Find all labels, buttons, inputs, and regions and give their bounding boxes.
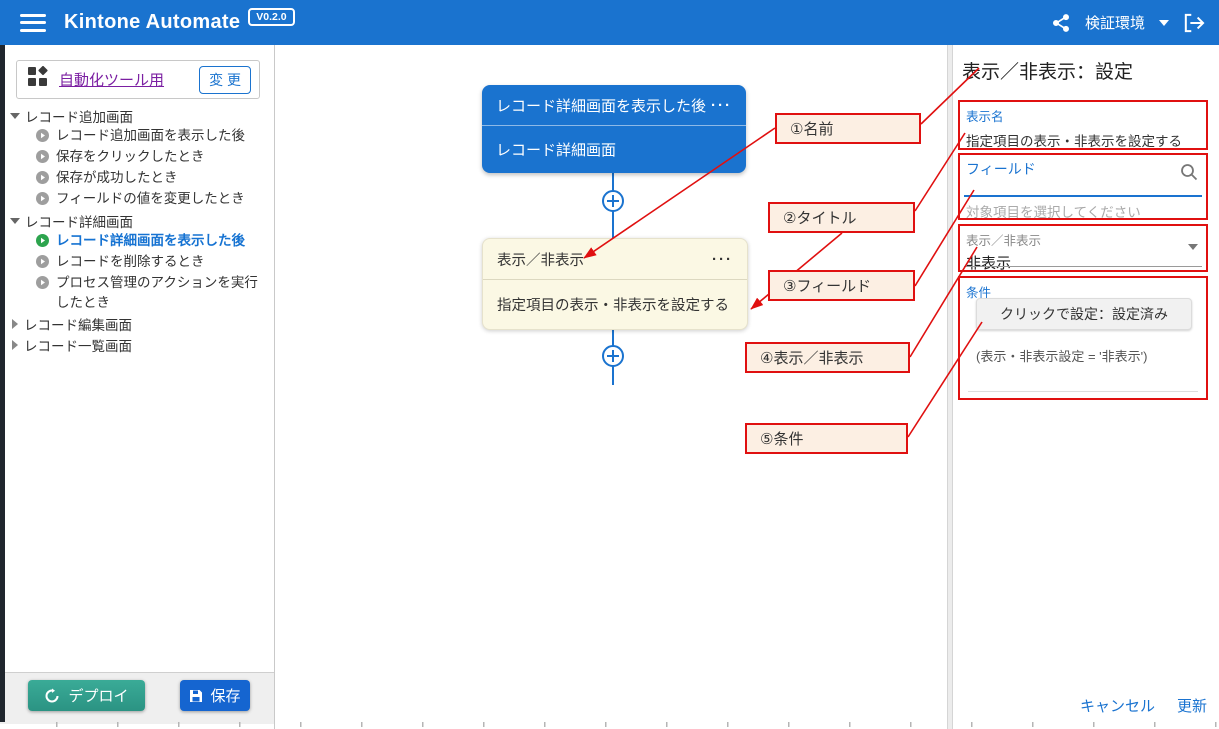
- bottom-ruler-ticks: [56, 722, 1219, 727]
- play-circle-icon: [36, 276, 49, 289]
- app-icon: [27, 66, 49, 93]
- trigger-node[interactable]: レコード詳細画面を表示した後 ··· レコード詳細画面: [482, 85, 746, 173]
- share-icon[interactable]: [1051, 13, 1071, 33]
- dropdown-caret-icon[interactable]: [1188, 244, 1198, 250]
- refresh-icon: [44, 688, 60, 704]
- panel-divider: [947, 45, 953, 729]
- tree-group-record-edit[interactable]: レコード編集画面: [8, 313, 268, 334]
- top-header-bar: Kintone Automate V0.2.0 検証環境: [0, 0, 1219, 45]
- condition-set-button[interactable]: クリックで設定：設定済み: [976, 298, 1192, 330]
- visibility-select[interactable]: 表示／非表示 非表示: [958, 224, 1208, 272]
- play-circle-icon: [36, 192, 49, 205]
- change-app-button[interactable]: 変 更: [199, 66, 251, 94]
- chevron-down-icon[interactable]: [1159, 20, 1169, 26]
- panel-title: 表示／非表示：設定: [962, 57, 1133, 84]
- display-name-field: 表示名 指定項目の表示・非表示を設定する: [958, 100, 1208, 150]
- environment-label[interactable]: 検証環境: [1085, 12, 1145, 33]
- menu-icon[interactable]: [20, 14, 46, 32]
- annotation-field: ③フィールド: [768, 270, 915, 301]
- version-badge: V0.2.0: [248, 8, 294, 26]
- trigger-node-title: レコード詳細画面を表示した後: [496, 95, 711, 116]
- caret-down-icon: [10, 113, 20, 119]
- display-name-value[interactable]: 指定項目の表示・非表示を設定する: [966, 130, 1200, 150]
- tree-group-record-detail[interactable]: レコード詳細画面: [8, 210, 268, 231]
- action-node-subtitle: 指定項目の表示・非表示を設定する: [483, 279, 747, 329]
- event-tree: レコード追加画面 レコード追加画面を表示した後 保存をクリックしたとき 保存が成…: [8, 105, 268, 355]
- tree-item[interactable]: レコード追加画面を表示した後: [36, 126, 268, 147]
- tree-item[interactable]: 保存が成功したとき: [36, 168, 268, 189]
- app-title: Kintone Automate: [64, 11, 240, 34]
- condition-section: 条件 クリックで設定：設定済み (表示・非表示設定 = '非表示'): [958, 276, 1208, 400]
- app-selector-box: 自動化ツール用 変 更: [16, 60, 260, 99]
- play-circle-icon: [36, 129, 49, 142]
- tree-item[interactable]: レコードを削除するとき: [36, 252, 268, 273]
- annotation-condition: ⑤条件: [745, 423, 908, 454]
- visibility-value[interactable]: 非表示: [966, 252, 1200, 273]
- tree-item-selected[interactable]: レコード詳細画面を表示した後: [36, 231, 268, 252]
- play-circle-icon: [36, 150, 49, 163]
- annotation-visibility: ④表示／非表示: [745, 342, 910, 373]
- visibility-underline: [964, 266, 1202, 267]
- update-link[interactable]: 更新: [1177, 695, 1207, 716]
- tree-item[interactable]: プロセス管理のアクションを実行したとき: [36, 273, 264, 313]
- tree-item[interactable]: フィールドの値を変更したとき: [36, 189, 268, 210]
- display-name-label: 表示名: [966, 106, 1200, 125]
- app-name-link[interactable]: 自動化ツール用: [59, 69, 199, 90]
- field-input-underline[interactable]: [964, 195, 1202, 197]
- annotation-name: ①名前: [775, 113, 921, 144]
- visibility-label: 表示／非表示: [966, 230, 1200, 249]
- logout-icon[interactable]: [1183, 13, 1205, 33]
- condition-divider: [968, 391, 1198, 392]
- floppy-disk-icon: [189, 689, 203, 703]
- save-button[interactable]: 保存: [180, 680, 250, 711]
- add-node-icon: [603, 191, 623, 211]
- more-menu-icon[interactable]: ···: [711, 97, 732, 114]
- trigger-node-subtitle: レコード詳細画面: [482, 125, 746, 173]
- tree-group-record-add[interactable]: レコード追加画面: [8, 105, 268, 126]
- search-icon[interactable]: [1180, 163, 1198, 186]
- annotation-title: ②タイトル: [768, 202, 915, 233]
- condition-summary: (表示・非表示設定 = '非表示'): [976, 346, 1147, 365]
- action-node-title: 表示／非表示: [497, 249, 712, 270]
- field-placeholder: 対象項目を選択してください: [966, 201, 1141, 221]
- add-node-icon: [603, 346, 623, 366]
- action-node[interactable]: 表示／非表示 ··· 指定項目の表示・非表示を設定する: [482, 238, 748, 330]
- cancel-link[interactable]: キャンセル: [1080, 695, 1155, 716]
- left-edge-bar: [0, 45, 5, 722]
- caret-down-icon: [10, 218, 20, 224]
- field-label: フィールド: [966, 159, 1200, 179]
- field-select-field: フィールド 対象項目を選択してください: [958, 153, 1208, 220]
- app-window: Kintone Automate V0.2.0 検証環境: [0, 0, 1219, 729]
- play-circle-icon: [36, 255, 49, 268]
- sidebar: 自動化ツール用 変 更 レコード追加画面 レコード追加画面を表示した後 保存をク…: [0, 45, 275, 729]
- settings-panel: 表示／非表示：設定 表示名 指定項目の表示・非表示を設定する フィールド 対象項…: [954, 45, 1219, 729]
- caret-right-icon: [12, 319, 18, 329]
- play-circle-icon-active: [36, 234, 49, 247]
- caret-right-icon: [12, 340, 18, 350]
- deploy-button[interactable]: デプロイ: [28, 680, 145, 711]
- play-circle-icon: [36, 171, 49, 184]
- tree-group-record-list[interactable]: レコード一覧画面: [8, 334, 268, 355]
- sidebar-footer: デプロイ 保存: [0, 672, 274, 724]
- more-menu-icon[interactable]: ···: [712, 251, 733, 268]
- tree-item[interactable]: 保存をクリックしたとき: [36, 147, 268, 168]
